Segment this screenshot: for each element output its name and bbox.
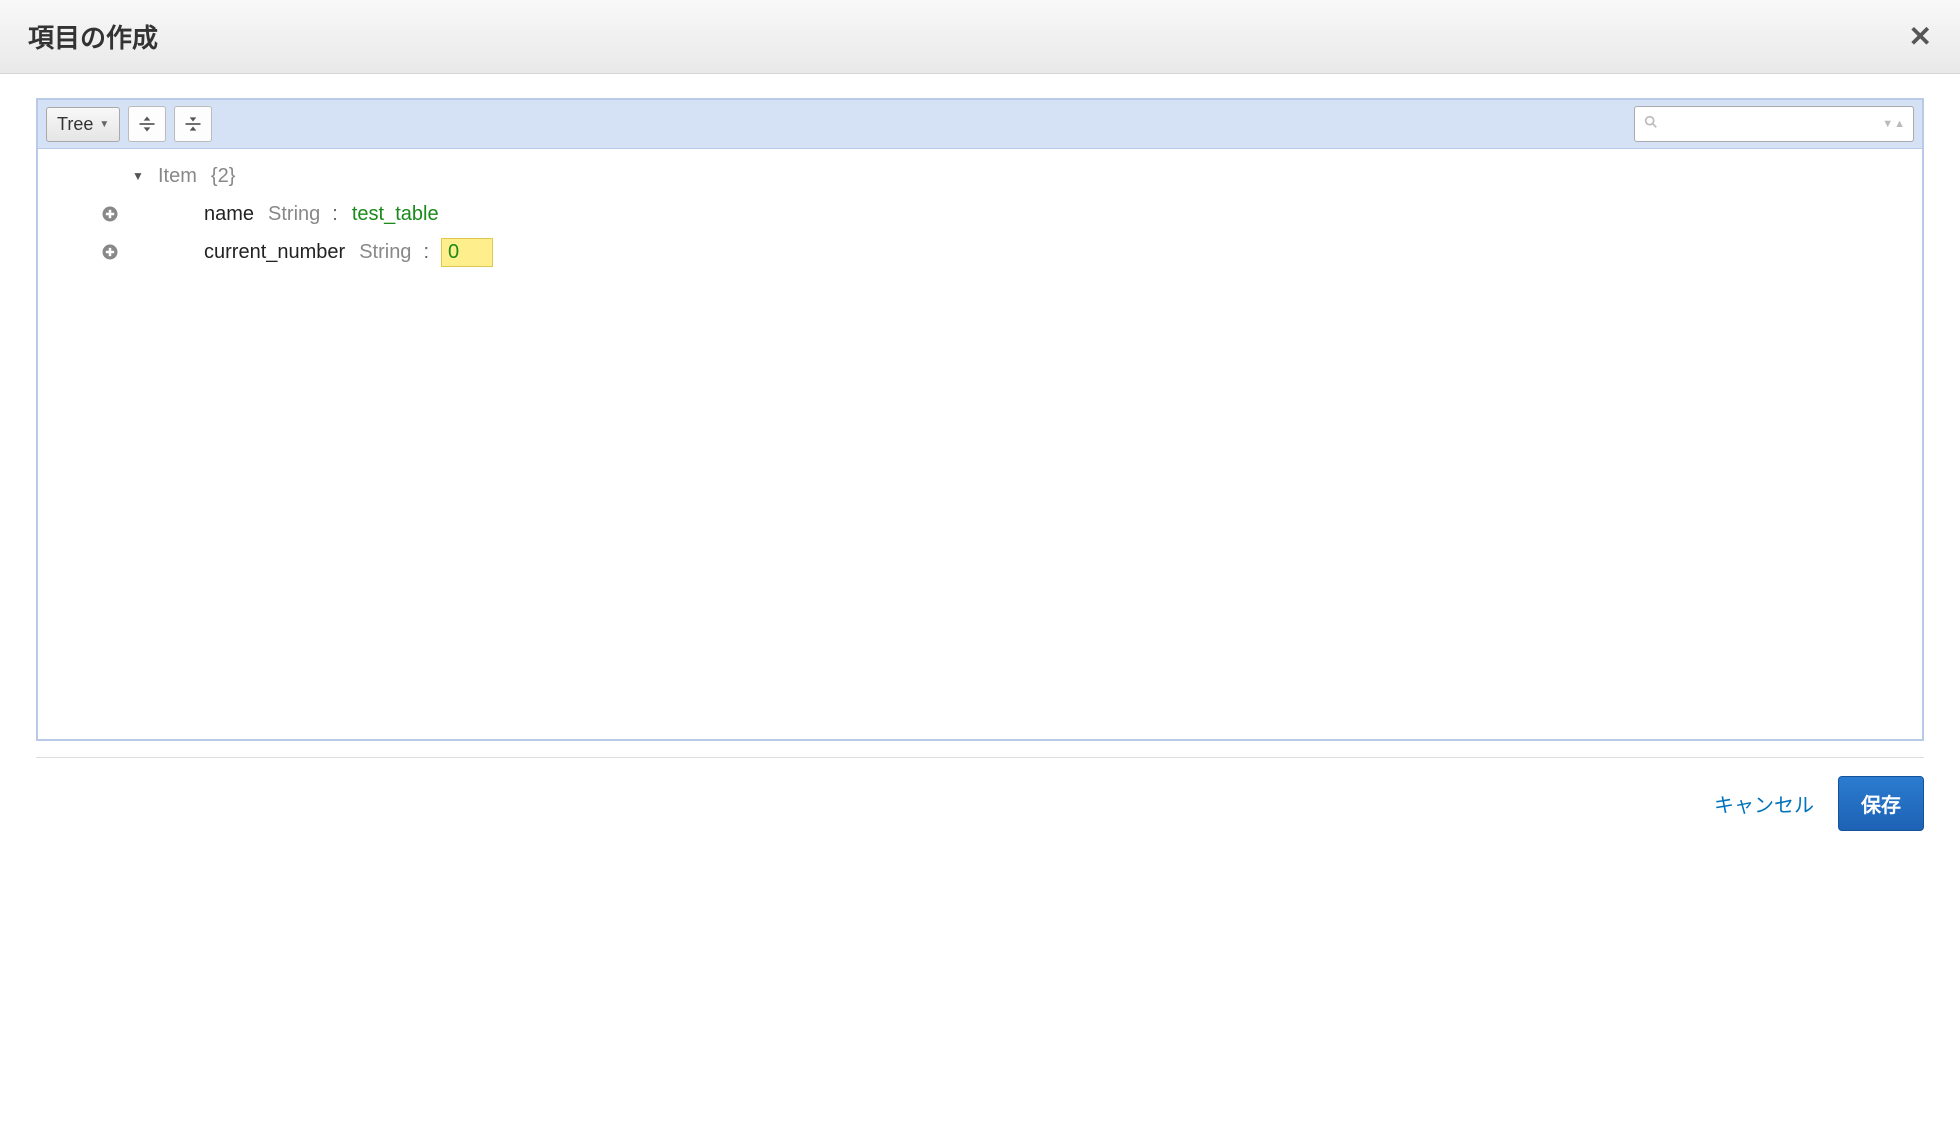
editor-body: ▼ Item {2} name String : test_table curr… <box>38 149 1922 739</box>
search-nav-arrows: ▼ ▲ <box>1882 119 1905 130</box>
search-box: ▼ ▲ <box>1634 106 1914 142</box>
caret-down-icon: ▼ <box>99 119 109 130</box>
separator: : <box>332 203 338 226</box>
view-mode-dropdown[interactable]: Tree ▼ <box>46 107 120 142</box>
expand-all-icon <box>137 114 157 134</box>
search-prev-icon[interactable]: ▲ <box>1894 119 1905 130</box>
cancel-button[interactable]: キャンセル <box>1714 789 1814 818</box>
modal-header: 項目の作成 ✕ <box>0 0 1960 74</box>
field-key[interactable]: current_number <box>204 241 345 264</box>
collapse-toggle-icon[interactable]: ▼ <box>130 169 146 183</box>
add-field-icon[interactable] <box>100 204 120 224</box>
field-value[interactable]: test_table <box>352 203 439 226</box>
editor-toolbar: Tree ▼ <box>38 100 1922 149</box>
editor-container: Tree ▼ <box>36 98 1924 741</box>
search-icon <box>1643 114 1659 135</box>
root-label: Item <box>158 165 197 188</box>
root-count: {2} <box>211 165 235 188</box>
add-field-icon[interactable] <box>100 242 120 262</box>
tree-field-row: current_number String : 0 <box>54 233 1906 271</box>
collapse-all-button[interactable] <box>174 106 212 142</box>
search-input[interactable] <box>1665 115 1882 133</box>
modal-footer: キャンセル 保存 <box>36 757 1924 831</box>
view-mode-label: Tree <box>57 114 93 135</box>
collapse-all-icon <box>183 114 203 134</box>
save-button[interactable]: 保存 <box>1838 776 1924 831</box>
close-icon[interactable]: ✕ <box>1909 23 1932 51</box>
expand-all-button[interactable] <box>128 106 166 142</box>
field-type[interactable]: String <box>268 203 320 226</box>
tree-root-row: ▼ Item {2} <box>54 157 1906 195</box>
field-key[interactable]: name <box>204 203 254 226</box>
tree-field-row: name String : test_table <box>54 195 1906 233</box>
field-value-editing[interactable]: 0 <box>441 238 493 267</box>
separator: : <box>423 241 429 264</box>
field-type[interactable]: String <box>359 241 411 264</box>
modal-title: 項目の作成 <box>28 18 158 55</box>
search-next-icon[interactable]: ▼ <box>1882 119 1893 130</box>
